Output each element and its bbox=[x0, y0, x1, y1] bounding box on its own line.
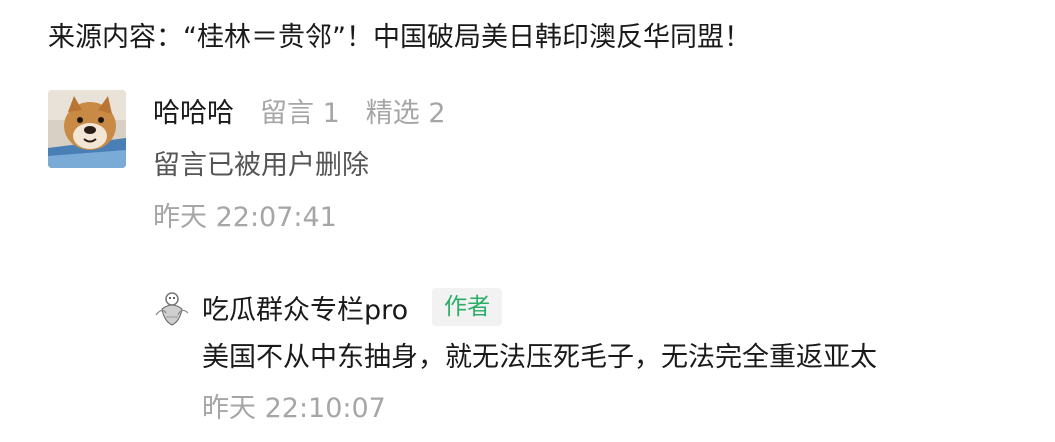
author-name[interactable]: 吃瓜群众专栏pro bbox=[202, 288, 408, 327]
author-badge: 作者 bbox=[432, 288, 503, 326]
commenter-name[interactable]: 哈哈哈 bbox=[153, 91, 234, 130]
reply-header: 吃瓜群众专栏pro 作者 bbox=[202, 285, 503, 329]
comment-count: 留言 1 bbox=[260, 97, 340, 129]
shiba-dog-avatar-icon bbox=[48, 90, 126, 168]
featured-count: 精选 2 bbox=[365, 97, 446, 129]
reply-timestamp: 昨天 22:10:07 bbox=[202, 393, 386, 424]
comment-timestamp: 昨天 22:07:41 bbox=[153, 202, 337, 233]
author-avatar[interactable] bbox=[152, 287, 192, 327]
comment-header: 哈哈哈 留言 1 精选 2 bbox=[153, 90, 446, 130]
commenter-avatar[interactable] bbox=[48, 90, 126, 168]
reply-text: 美国不从中东抽身，就无法压死毛子，无法完全重返亚太 bbox=[202, 342, 877, 373]
ink-drawing-avatar-icon bbox=[152, 287, 192, 327]
source-content[interactable]: 来源内容：“桂林＝贵邻”！中国破局美日韩印澳反华同盟！ bbox=[48, 18, 751, 58]
comment-text: 留言已被用户删除 bbox=[153, 150, 369, 181]
